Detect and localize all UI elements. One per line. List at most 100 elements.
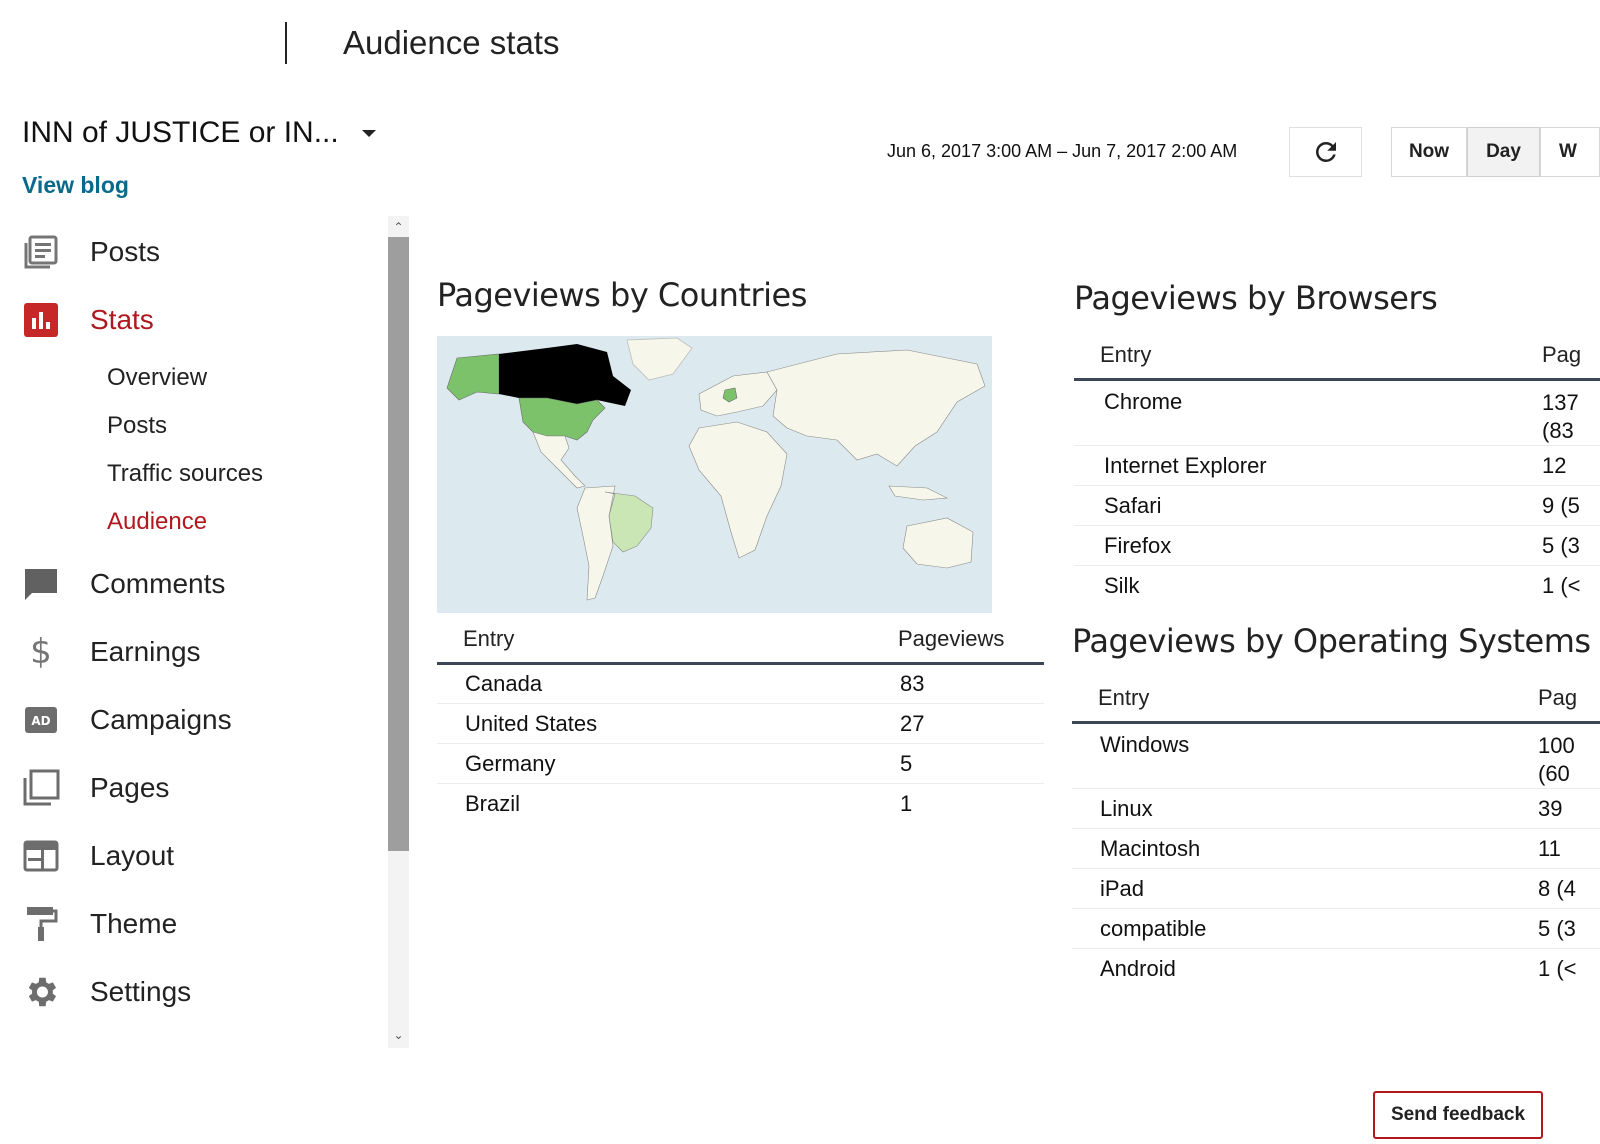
entry-cell: Safari	[1074, 485, 1542, 526]
view-blog-link[interactable]: View blog	[22, 172, 129, 199]
stats-icon	[20, 299, 62, 341]
entry-cell: Android	[1072, 948, 1538, 989]
sidebar-item-label: Pages	[90, 772, 170, 803]
entry-cell: iPad	[1072, 868, 1538, 909]
sidebar-subitem-traffic-sources[interactable]: Traffic sources	[107, 460, 263, 488]
entry-cell: compatible	[1072, 908, 1538, 949]
countries-table: Entry Pageviews Canada 83 United States …	[437, 626, 1044, 824]
column-header-entry[interactable]: Entry	[1074, 342, 1542, 381]
refresh-button[interactable]	[1289, 127, 1362, 177]
table-row: Brazil 1	[437, 783, 1044, 824]
entry-cell: Firefox	[1074, 525, 1542, 566]
value-cell: 27	[882, 703, 1044, 744]
entry-cell: Windows	[1072, 722, 1538, 789]
sidebar-item-label: Theme	[90, 908, 178, 939]
entry-cell: United States	[437, 703, 882, 744]
sidebar-item-pages[interactable]: Pages	[20, 764, 169, 812]
value-cell: 1 (<	[1538, 948, 1600, 989]
sidebar-item-label: Posts	[90, 236, 161, 267]
table-row: Canada 83	[437, 663, 1044, 704]
value-cell: 1	[882, 783, 1044, 824]
table-row: Germany 5	[437, 743, 1044, 784]
gear-icon	[20, 971, 62, 1013]
posts-icon	[20, 231, 62, 273]
table-row: iPad 8 (4	[1072, 868, 1600, 909]
blog-selector[interactable]: INN of JUSTICE or IN...	[22, 116, 339, 150]
date-range: Jun 6, 2017 3:00 AM – Jun 7, 2017 2:00 A…	[887, 141, 1238, 161]
browsers-table: Entry Pag Chrome 137 (83 Internet Explore…	[1074, 342, 1600, 606]
table-row: Windows 100 (60	[1072, 722, 1600, 789]
page-title: Audience stats	[343, 24, 560, 61]
table-row: Safari 9 (5	[1074, 485, 1600, 526]
value-cell: 83	[882, 663, 1044, 704]
sidebar-subitem-audience[interactable]: Audience	[107, 508, 207, 536]
table-row: compatible 5 (3	[1072, 908, 1600, 949]
pages-icon	[20, 767, 62, 809]
os-title: Pageviews by Operating Systems	[1072, 622, 1591, 660]
range-week-button[interactable]: W	[1540, 127, 1600, 177]
table-row: Android 1 (<	[1072, 948, 1600, 989]
value-cell: 39	[1538, 788, 1600, 829]
send-feedback-button[interactable]: Send feedback	[1373, 1091, 1543, 1139]
column-header-pageviews[interactable]: Pag	[1542, 342, 1600, 381]
value-cell: 11	[1538, 828, 1600, 869]
value-cell: 100 (60	[1538, 722, 1600, 789]
sidebar-item-layout[interactable]: Layout	[20, 832, 174, 880]
sidebar-item-label: Layout	[90, 840, 175, 871]
caret-down-icon[interactable]	[362, 130, 376, 137]
column-header-pageviews[interactable]: Pag	[1538, 685, 1600, 724]
browsers-title: Pageviews by Browsers	[1074, 279, 1438, 317]
entry-cell: Linux	[1072, 788, 1538, 829]
column-header-pageviews[interactable]: Pageviews	[882, 626, 1044, 665]
column-header-entry[interactable]: Entry	[437, 626, 882, 665]
value-cell: 5	[882, 743, 1044, 784]
range-day-button[interactable]: Day	[1467, 127, 1540, 177]
value-cell: 12	[1542, 445, 1600, 486]
header-divider	[285, 22, 287, 64]
sidebar-item-label: Earnings	[90, 636, 201, 667]
ad-icon: AD	[20, 699, 62, 741]
sidebar-item-theme[interactable]: Theme	[20, 900, 177, 948]
sidebar-subitem-posts[interactable]: Posts	[107, 412, 167, 440]
scroll-up-icon[interactable]: ⌃	[388, 218, 409, 236]
table-row: Chrome 137 (83	[1074, 379, 1600, 446]
table-row: Linux 39	[1072, 788, 1600, 829]
svg-text:AD: AD	[31, 714, 50, 728]
value-cell: 9 (5	[1542, 485, 1600, 526]
countries-title: Pageviews by Countries	[437, 276, 807, 314]
table-row: Macintosh 11	[1072, 828, 1600, 869]
value-cell: 137 (83	[1542, 379, 1600, 446]
value-cell: 8 (4	[1538, 868, 1600, 909]
paint-roller-icon	[20, 903, 62, 945]
entry-cell: Chrome	[1074, 379, 1542, 446]
table-row: Firefox 5 (3	[1074, 525, 1600, 566]
entry-cell: Canada	[437, 663, 882, 704]
sidebar-item-campaigns[interactable]: AD Campaigns	[20, 696, 232, 744]
sidebar-item-posts[interactable]: Posts	[20, 228, 160, 276]
sidebar-subitem-overview[interactable]: Overview	[107, 364, 207, 392]
sidebar-item-label: Stats	[90, 304, 154, 335]
dollar-icon: $	[30, 632, 52, 672]
scroll-down-icon[interactable]: ⌄	[388, 1026, 409, 1044]
entry-cell: Internet Explorer	[1074, 445, 1542, 486]
value-cell: 5 (3	[1538, 908, 1600, 949]
world-map[interactable]	[437, 336, 992, 613]
range-now-button[interactable]: Now	[1391, 127, 1467, 177]
value-cell: 5 (3	[1542, 525, 1600, 566]
sidebar-item-settings[interactable]: Settings	[20, 968, 191, 1016]
value-cell: 1 (<	[1542, 565, 1600, 606]
sidebar-item-label: Campaigns	[90, 704, 232, 735]
sidebar-item-comments[interactable]: Comments	[20, 560, 225, 608]
sidebar-item-stats[interactable]: Stats	[20, 296, 154, 344]
os-table: Entry Pag Windows 100 (60 Linux 39 Macint…	[1072, 685, 1600, 989]
table-row: Silk 1 (<	[1074, 565, 1600, 606]
sidebar-item-earnings[interactable]: $ Earnings	[20, 628, 200, 676]
comments-icon	[20, 563, 62, 605]
column-header-entry[interactable]: Entry	[1072, 685, 1538, 724]
sidebar-item-label: Settings	[90, 976, 192, 1007]
entry-cell: Brazil	[437, 783, 882, 824]
entry-cell: Macintosh	[1072, 828, 1538, 869]
table-row: United States 27	[437, 703, 1044, 744]
sidebar-scrollbar-thumb[interactable]	[388, 237, 409, 851]
entry-cell: Germany	[437, 743, 882, 784]
